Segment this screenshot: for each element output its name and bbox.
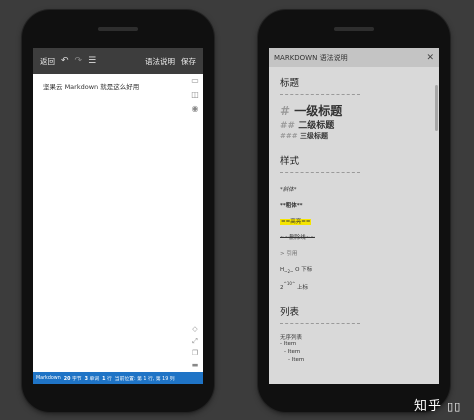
editor-status-bar: Markdown 20 字节 3 单词 1 行 当前位置: 第 1 行, 第 1… [33, 372, 203, 384]
phone-frame-left: 返回 ↶ ↷ ☰ 语法说明 保存 坚果云 Markdown 就是这么好用 ▭ ◫… [22, 10, 214, 412]
editor-side-rail: ▭ ◫ ◉ [189, 76, 201, 114]
h2-example: ## 二级标题 [280, 121, 335, 131]
keyboard-icon[interactable]: ▬ [192, 361, 199, 370]
diamond-icon[interactable]: ◇ [192, 325, 197, 334]
back-button[interactable]: 返回 [37, 56, 58, 67]
scrollbar[interactable] [435, 85, 438, 131]
quote-example: > 引用 [280, 251, 298, 257]
preview-icon[interactable]: ▭ [191, 76, 199, 86]
bold-example: **粗体** [280, 203, 303, 209]
superscript-example: 2^10^ 上标 [280, 281, 309, 291]
status-mode: Markdown [36, 375, 61, 381]
list-item: - Item [284, 349, 301, 355]
list-item: - Item [288, 357, 305, 363]
save-button[interactable]: 保存 [178, 56, 199, 67]
undo-icon[interactable]: ↶ [58, 56, 72, 66]
syntax-screen: MARKDOWN 语法说明 ✕ 标题 # 一级标题 ## 二级标题 ### 三级… [269, 48, 439, 384]
highlight-example: ==高亮== [280, 219, 312, 225]
section-title-lists: 列表 [280, 307, 300, 318]
section-divider [280, 94, 360, 95]
expand-icon[interactable]: ⤢ [192, 337, 198, 346]
status-position: 当前位置: 第 1 行, 第 19 列 [114, 376, 175, 382]
list-item: - Item [280, 341, 297, 347]
status-lines: 1 行 [102, 376, 112, 382]
syntax-body[interactable]: 标题 # 一级标题 ## 二级标题 ### 三级标题 样式 *斜体* **粗体*… [269, 67, 439, 384]
status-words: 3 单词 [84, 376, 100, 382]
italic-example: *斜体* [280, 187, 297, 193]
redo-icon[interactable]: ↷ [72, 56, 86, 66]
syntax-help-button[interactable]: 语法说明 [142, 56, 178, 67]
section-divider [280, 323, 360, 324]
eye-icon[interactable]: ◉ [192, 104, 199, 114]
status-bytes: 20 字节 [63, 376, 82, 382]
zhihu-watermark: 知乎 ▯▯ [414, 399, 462, 414]
syntax-title: MARKDOWN 语法说明 [274, 53, 348, 62]
syntax-header: MARKDOWN 语法说明 ✕ [269, 48, 439, 67]
copy-icon[interactable]: ❐ [192, 349, 198, 358]
close-icon[interactable]: ✕ [426, 53, 434, 63]
editor-body[interactable]: 坚果云 Markdown 就是这么好用 ▭ ◫ ◉ ◇ ⤢ ❐ ▬ [33, 74, 203, 372]
editor-toolbar: 返回 ↶ ↷ ☰ 语法说明 保存 [33, 48, 203, 74]
section-title-headings: 标题 [280, 78, 300, 89]
editor-side-rail-bottom: ◇ ⤢ ❐ ▬ [189, 325, 201, 370]
h3-example: ### 三级标题 [280, 132, 329, 140]
phone-frame-right: MARKDOWN 语法说明 ✕ 标题 # 一级标题 ## 二级标题 ### 三级… [258, 10, 450, 412]
phone-speaker [334, 27, 374, 31]
editor-content[interactable]: 坚果云 Markdown 就是这么好用 [43, 81, 139, 91]
phone-speaker [98, 27, 138, 31]
section-title-styles: 样式 [280, 156, 300, 167]
section-divider [280, 172, 360, 173]
editor-screen: 返回 ↶ ↷ ☰ 语法说明 保存 坚果云 Markdown 就是这么好用 ▭ ◫… [33, 48, 203, 384]
menu-icon[interactable]: ☰ [85, 56, 99, 66]
strike-example: ~~删除线~~ [280, 235, 315, 241]
split-view-icon[interactable]: ◫ [191, 90, 199, 100]
h1-example: # 一级标题 [280, 104, 343, 118]
subscript-example: H~2~ O 下标 [280, 267, 313, 274]
list-title: 无序列表 [280, 335, 303, 341]
